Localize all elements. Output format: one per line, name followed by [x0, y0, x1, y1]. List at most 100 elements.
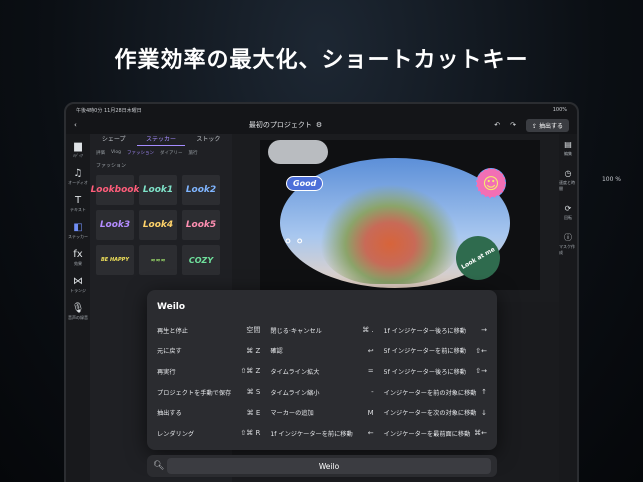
sticker-item[interactable]: COZY [182, 245, 220, 275]
sticker-item[interactable]: Look4 [139, 210, 177, 240]
cloud-sticker[interactable] [268, 140, 328, 164]
shortcut-key: ⌘ . [362, 326, 374, 335]
good-sticker[interactable]: Good [286, 176, 324, 191]
shortcut-label: 再生と停止 [157, 327, 188, 335]
tool-label: 音声の録音 [68, 315, 88, 320]
export-button[interactable]: ⇪ 抽出する [526, 118, 569, 132]
tool-sticker[interactable]: ◧ ステッカー [68, 223, 88, 240]
settings-gear-icon[interactable]: ⚙ [316, 121, 322, 129]
tool-fx[interactable]: fx 効果 [73, 250, 82, 267]
shortcut-row[interactable]: 5f インジケーターを前に移動 ⇧← [382, 341, 489, 362]
shortcut-row[interactable]: 5f インジケーター後ろに移動 ⇧→ [382, 361, 489, 382]
shortcut-label: プロジェクトを手動で保存 [157, 389, 232, 397]
tool-transition[interactable]: ⋈ トランジ [70, 277, 86, 294]
subtab-vlog[interactable]: Vlog [111, 150, 121, 156]
right-tool-rail: ▤ 編集 ◷ 速度と時間 ⟳ 回転 ⓘ マスク作成 [559, 134, 577, 482]
tool-text[interactable]: T テキスト [70, 196, 86, 213]
dialog-title: Weilo [157, 302, 186, 312]
sticker-item[interactable]: Look1 [139, 175, 177, 205]
shortcut-row[interactable]: 抽出する ⌘ E [155, 402, 262, 423]
shortcut-dialog: Weilo 再生と停止 空間 元に戻す ⌘ Z 再実行 ⇧⌘ Z プロジェクトを手動で保存 ⌘… [147, 290, 497, 450]
subtab-travel[interactable]: 旅行 [188, 150, 197, 156]
sticker-grid: Lookbook Look1 Look2 Look3 Look4 Look5 B… [90, 171, 232, 279]
shortcut-row[interactable]: インジケーターを最前面に移動 ⌘← [382, 423, 489, 444]
tab-stock[interactable]: ストック [185, 134, 232, 146]
shortcut-label: 1f インジケーターを前に移動 [270, 430, 353, 438]
text-icon: T [74, 195, 82, 206]
shortcut-label: 5f インジケーターを前に移動 [383, 348, 466, 356]
shortcut-label: 1f インジケーター後ろに移動 [383, 327, 466, 335]
tool-label: ﾒﾃﾞｨｱ [73, 153, 83, 158]
shortcut-row[interactable]: プロジェクトを手動で保存 ⌘ S [155, 382, 262, 403]
edit-tool[interactable]: ▤ 編集 [564, 140, 572, 157]
smiley-sticker[interactable]: ☺ [476, 168, 506, 198]
shortcut-row[interactable]: インジケーターを前の対象に移動 ↑ [382, 382, 489, 403]
sticker-item[interactable]: Look2 [182, 175, 220, 205]
group-photo [320, 184, 460, 284]
shortcut-row[interactable]: 元に戻す ⌘ Z [155, 341, 262, 362]
tool-label: 効果 [73, 261, 82, 266]
shortcut-key: ⇧⌘ Z [240, 367, 261, 376]
battery-status: 100% [552, 107, 567, 113]
shortcut-row[interactable]: タイムライン拡大 = [268, 361, 375, 382]
shortcut-row[interactable]: 閉じる·キャンセル ⌘ . [268, 320, 375, 341]
tool-label: テキスト [70, 207, 86, 212]
preview-canvas[interactable]: Good ☺ ⚬⚬ Look at me [260, 140, 540, 290]
shortcut-row[interactable]: 再生と停止 空間 [155, 320, 262, 341]
shortcut-label: 5f インジケーター後ろに移動 [383, 368, 466, 376]
shortcut-label: インジケーターを前の対象に移動 [383, 389, 477, 397]
shortcut-row[interactable]: インジケーターを次の対象に移動 ↓ [382, 402, 489, 423]
rotate-icon: ⟳ [564, 204, 572, 213]
folder-icon: ▆ [74, 141, 82, 152]
shortcut-label: 再実行 [157, 368, 176, 376]
speed-tool[interactable]: ◷ 速度と時間 [559, 169, 577, 192]
shortcut-row[interactable]: 1f インジケーターを前に移動 ← [268, 423, 375, 444]
shortcut-row[interactable]: レンダリング ⇧⌘ R [155, 423, 262, 444]
tool-mic[interactable]: 🎙 音声の録音 [68, 304, 88, 321]
tool-music[interactable]: ♫ オーディオ [68, 169, 88, 186]
shortcut-row[interactable]: 再実行 ⇧⌘ Z [155, 361, 262, 382]
sticker-item[interactable]: BE HAPPY [96, 245, 134, 275]
shortcut-row[interactable]: マーカーの追加 M [268, 402, 375, 423]
transition-icon: ⋈ [73, 276, 83, 287]
sticker-item[interactable]: Look3 [96, 210, 134, 240]
shortcut-key: ⇧⌘ R [240, 429, 261, 438]
shortcut-row[interactable]: 1f インジケーター後ろに移動 → [382, 320, 489, 341]
sticker-item[interactable]: Lookbook [91, 175, 139, 205]
top-bar: ‹ 最初のプロジェクト ⚙ ↶ ↷ ⇪ 抽出する [66, 116, 577, 134]
undo-icon[interactable]: ↶ [494, 121, 500, 129]
sticker-item[interactable]: Look5 [182, 210, 220, 240]
search-input[interactable]: Weilo [167, 458, 491, 474]
shortcut-key: ↩ [367, 346, 374, 355]
shortcut-column: 閉じる·キャンセル ⌘ . 確認 ↩ タイムライン拡大 = タイムライン縮小 - マーカーの追加… [268, 320, 375, 444]
sticker-item[interactable]: ≈≈≈ [139, 245, 177, 275]
redo-icon[interactable]: ↷ [510, 121, 516, 129]
tab-sticker[interactable]: ステッカー [137, 134, 185, 146]
sticker-icon: ◧ [73, 222, 83, 233]
edit-icon: ▤ [564, 140, 572, 149]
subtab-diary[interactable]: ダイアリー [160, 150, 183, 156]
tool-folder[interactable]: ▆ ﾒﾃﾞｨｱ [73, 142, 83, 159]
shortcut-label: インジケーターを最前面に移動 [383, 430, 471, 438]
tab-shape[interactable]: シェープ [90, 134, 137, 146]
back-icon[interactable]: ‹ [74, 121, 77, 129]
mask-tool[interactable]: ⓘ マスク作成 [559, 233, 577, 256]
zoom-level: 100 % [601, 176, 621, 183]
export-label: 抽出する [538, 122, 563, 130]
shortcut-label: 確認 [270, 348, 283, 356]
preview-area: Good ☺ ⚬⚬ Look at me [232, 134, 559, 302]
subtab-rating[interactable]: 評価 [96, 150, 105, 156]
eyes-sticker[interactable]: ⚬⚬ [282, 234, 305, 250]
rotate-tool[interactable]: ⟳ 回転 [564, 204, 572, 221]
project-title[interactable]: 最初のプロジェクト [249, 120, 312, 130]
shortcut-key: → [481, 326, 487, 335]
shortcut-label: インジケーターを次の対象に移動 [383, 410, 477, 418]
shortcut-row[interactable]: 確認 ↩ [268, 341, 375, 362]
shortcut-key: 空間 [246, 326, 261, 335]
subtab-fashion[interactable]: ファッション [127, 150, 154, 156]
shortcut-row[interactable]: タイムライン縮小 - [268, 382, 375, 403]
shortcut-key: - [371, 388, 374, 397]
shortcut-key: ⇧← [475, 346, 487, 355]
shortcut-label: レンダリング [157, 430, 195, 438]
tool-label: ステッカー [68, 234, 88, 239]
